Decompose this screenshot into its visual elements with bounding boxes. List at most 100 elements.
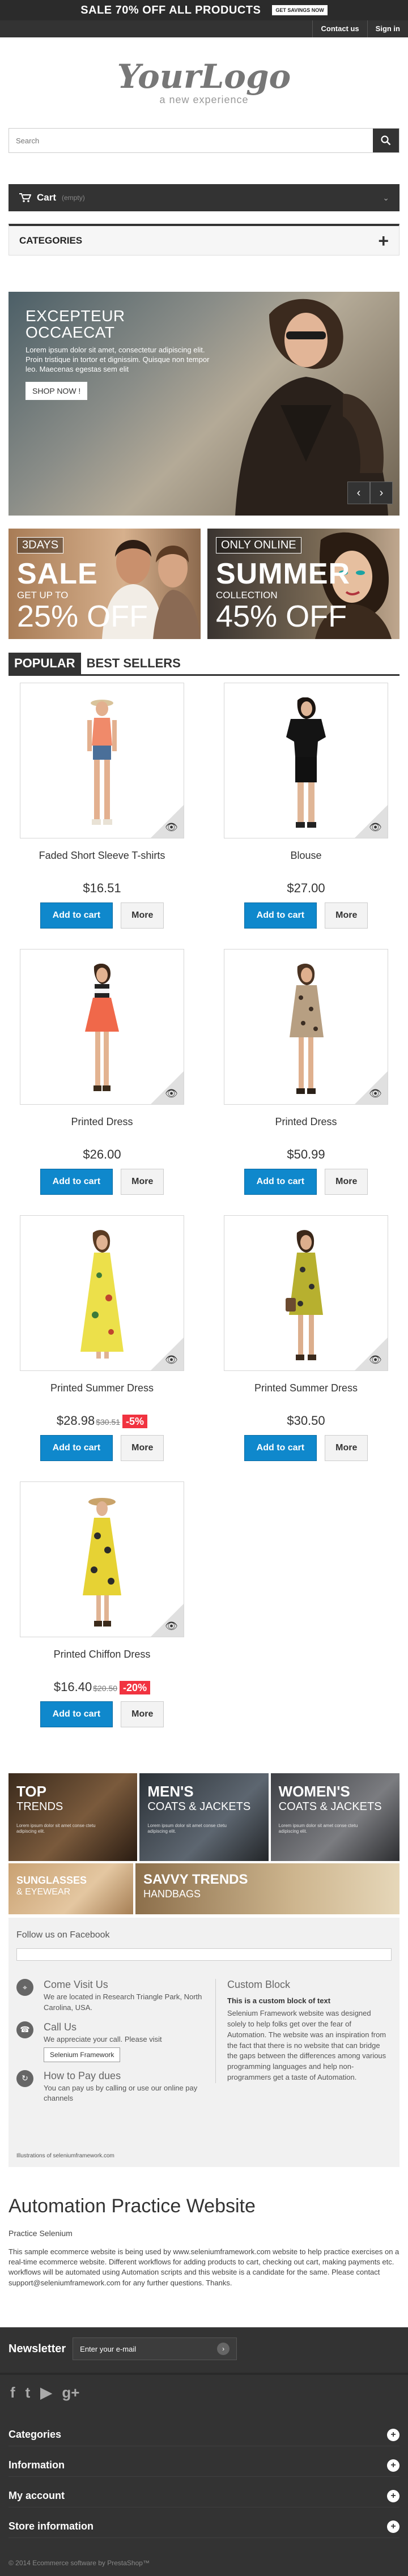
quick-view-eye-icon[interactable]: 👁 [369,821,382,833]
email-placeholder: Enter your e-mail [80,2344,137,2353]
chevron-left-icon: ‹ [356,486,361,499]
product-actions: Add to cart More [224,1435,388,1461]
add-to-cart-button[interactable]: Add to cart [40,902,113,929]
product-tabs: POPULAR BEST SELLERS [8,648,400,676]
tab-best-sellers[interactable]: BEST SELLERS [81,653,186,674]
about-section: Automation Practice Website Practice Sel… [8,2195,400,2288]
slider-next-button[interactable]: › [370,482,393,504]
categories-toggle[interactable]: CATEGORIES + [8,224,400,256]
banner-sunglasses[interactable]: SUNGLASSES & EYEWEAR [8,1863,133,1914]
more-button[interactable]: More [121,1701,164,1727]
footer-section-information[interactable]: Information + [8,2454,400,2477]
product-price: $50.99 [287,1147,325,1161]
quick-view-eye-icon[interactable]: 👁 [165,1354,178,1366]
product-image[interactable]: 👁 [20,683,184,838]
logo[interactable]: YourLogo a new experience [0,37,408,128]
product-image[interactable]: 👁 [224,683,388,838]
product-image[interactable]: 👁 [20,949,184,1105]
cart-block[interactable]: Cart (empty) ⌄ [8,184,400,211]
product-price-row: $26.00 [20,1147,184,1162]
add-to-cart-button[interactable]: Add to cart [244,902,317,929]
phone-icon: ☎ [16,2021,33,2038]
twitter-icon[interactable]: t [26,2384,31,2402]
newsletter-title: Newsletter [8,2342,66,2355]
add-to-cart-button[interactable]: Add to cart [40,1701,113,1727]
youtube-icon[interactable]: ▶ [40,2384,52,2402]
banner-text: Lorem ipsum dolor sit amet conse ctetu a… [16,1823,96,1834]
top-promo-banner[interactable]: SALE 70% OFF ALL PRODUCTS GET SAVINGS NO… [0,0,408,20]
facebook-widget[interactable] [16,1948,392,1961]
more-button[interactable]: More [325,1435,368,1461]
product-price: $16.40 [53,1680,92,1694]
contact-us-link[interactable]: Contact us [312,20,367,37]
add-to-cart-button[interactable]: Add to cart [40,1435,113,1461]
quick-view-eye-icon[interactable]: 👁 [165,1088,178,1100]
cart-label: Cart [37,192,57,203]
model-chiffon-dress-figure [83,1498,121,1627]
search-button[interactable] [373,129,399,152]
product-image[interactable]: 👁 [224,949,388,1105]
product-name[interactable]: Printed Chiffon Dress [20,1649,184,1660]
more-button[interactable]: More [325,902,368,929]
banner-handbags[interactable]: SAVVY TRENDS HANDBAGS [135,1863,400,1914]
old-price: $30.51 [96,1417,121,1427]
search-input[interactable] [9,129,373,152]
banner-top-trends[interactable]: TOP TRENDS Lorem ipsum dolor sit amet co… [8,1773,138,1861]
header-nav: Contact us Sign in [0,20,408,37]
footer-section-categories[interactable]: Categories + [8,2424,400,2446]
chevron-right-icon: › [379,486,384,499]
selenium-framework-button[interactable]: Selenium Framework [44,2047,121,2062]
model-tshirt-figure [87,700,117,825]
about-title: Automation Practice Website [8,2195,256,2217]
slider-controls: ‹ › [347,482,393,504]
add-to-cart-button[interactable]: Add to cart [40,1169,113,1195]
more-button[interactable]: More [121,1435,164,1461]
product-price: $27.00 [287,881,325,895]
product-price: $26.00 [83,1147,121,1161]
product-card: 👁 Printed Chiffon Dress $16.40 $20.50 -20%… [20,1481,184,1727]
quick-view-eye-icon[interactable]: 👁 [369,1354,382,1366]
more-button[interactable]: More [121,1169,164,1195]
product-name[interactable]: Printed Dress [20,1116,184,1128]
slider-prev-button[interactable]: ‹ [347,482,370,504]
tab-popular[interactable]: POPULAR [8,653,81,674]
product-name[interactable]: Printed Summer Dress [20,1382,184,1394]
promo-banner-summer[interactable]: ONLY ONLINE SUMMER COLLECTION 45% OFF [207,529,400,639]
quick-view-eye-icon[interactable]: 👁 [369,1088,382,1100]
search-bar [8,128,400,153]
footer-section-store-information[interactable]: Store information + [8,2515,400,2538]
banner-text: Lorem ipsum dolor sit amet conse ctetu a… [147,1823,227,1834]
banner-mens-coats[interactable]: MEN'S COATS & JACKETS Lorem ipsum dolor … [139,1773,269,1861]
google-plus-icon[interactable]: g+ [62,2384,79,2402]
homepage-slider[interactable]: EXCEPTEUR OCCAECAT Lorem ipsum dolor sit… [8,292,400,516]
add-to-cart-button[interactable]: Add to cart [244,1435,317,1461]
banner-womens-coats[interactable]: WOMEN'S COATS & JACKETS Lorem ipsum dolo… [270,1773,400,1861]
footer-section-my-account[interactable]: My account + [8,2485,400,2507]
quick-view-eye-icon[interactable]: 👁 [165,821,178,833]
newsletter-email-input[interactable]: Enter your e-mail › [73,2337,237,2360]
product-name[interactable]: Blouse [224,850,388,862]
product-image[interactable]: 👁 [20,1215,184,1371]
product-name[interactable]: Printed Summer Dress [224,1382,388,1394]
shop-now-button[interactable]: SHOP NOW ! [26,382,88,401]
html-block-banners: TOP TRENDS Lorem ipsum dolor sit amet co… [8,1773,400,1914]
product-name[interactable]: Faded Short Sleeve T-shirts [20,850,184,862]
categories-label: CATEGORIES [19,235,83,246]
newsletter-block: Newsletter Enter your e-mail › [8,2337,237,2360]
facebook-icon[interactable]: f [10,2384,15,2402]
product-actions: Add to cart More [20,902,184,929]
savings-button[interactable]: GET SAVINGS NOW [272,5,328,15]
contact-title: Call Us [44,2021,77,2033]
product-image[interactable]: 👁 [20,1481,184,1637]
quick-view-eye-icon[interactable]: 👁 [165,1620,178,1632]
promo-banner-sale[interactable]: 3DAYS SALE GET UP TO 25% OFF [8,529,201,639]
product-image[interactable]: 👁 [224,1215,388,1371]
product-name[interactable]: Printed Dress [224,1116,388,1128]
page: { "top_banner": {"sale_text": "SALE 70% … [0,0,408,2576]
sign-in-link[interactable]: Sign in [367,20,408,37]
more-button[interactable]: More [325,1169,368,1195]
footer: Newsletter Enter your e-mail › f t ▶ g+ … [0,2327,408,2576]
add-to-cart-button[interactable]: Add to cart [244,1169,317,1195]
newsletter-submit-icon[interactable]: › [217,2343,230,2355]
more-button[interactable]: More [121,902,164,929]
